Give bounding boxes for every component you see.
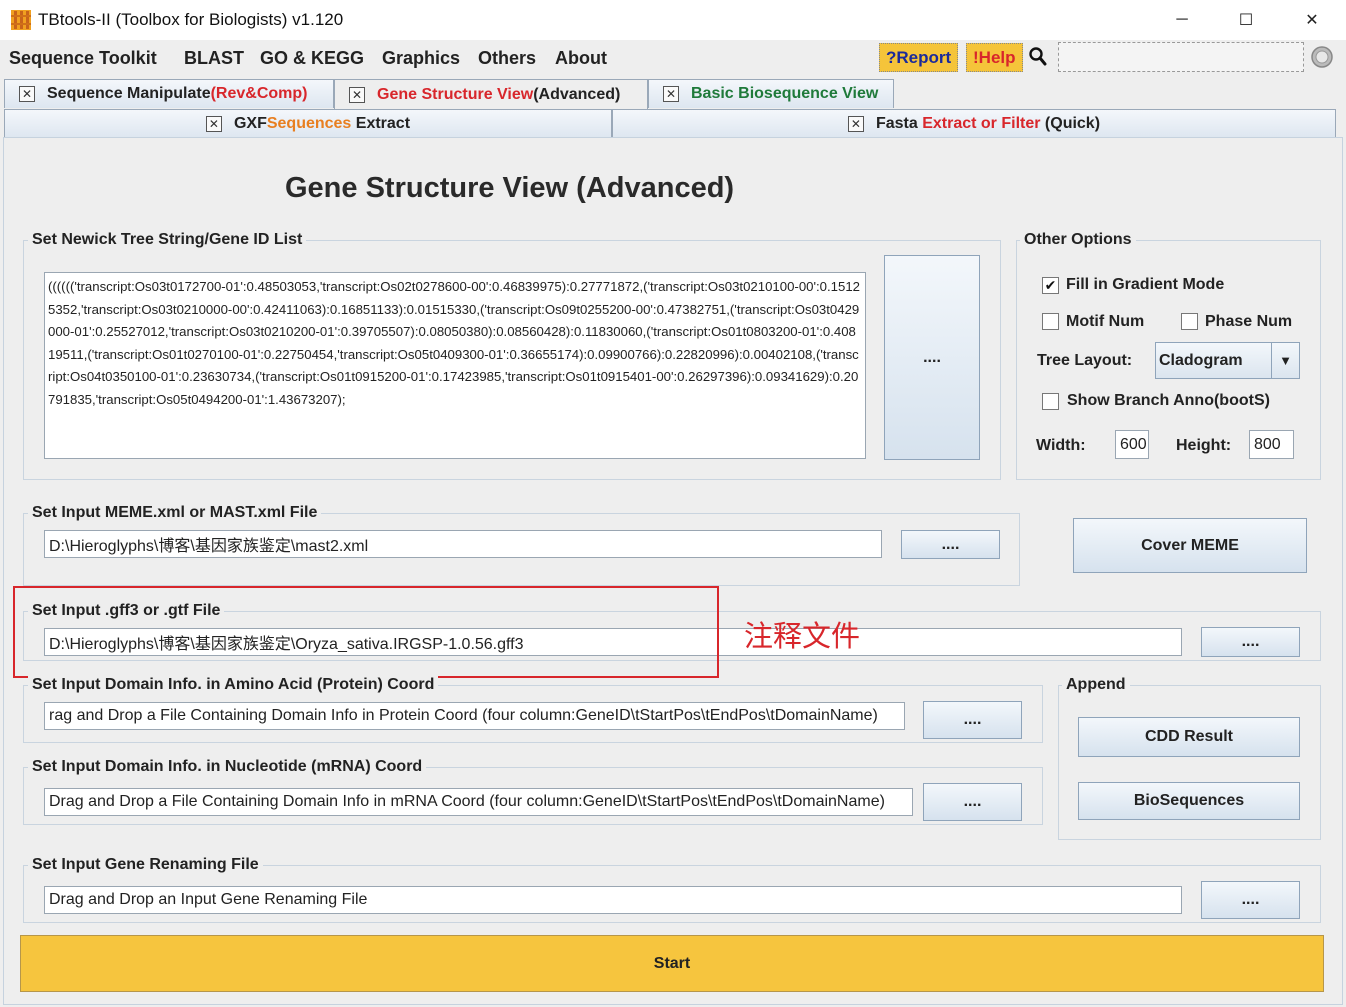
- tab-label-colored: Sequences: [266, 115, 352, 132]
- renaming-label: Set Input Gene Renaming File: [28, 856, 263, 874]
- motif-num-checkbox[interactable]: [1042, 313, 1059, 330]
- menu-graphics[interactable]: Graphics: [382, 48, 460, 69]
- newick-browse-button[interactable]: ....: [884, 255, 980, 460]
- start-button[interactable]: Start: [20, 935, 1324, 992]
- menu-blast[interactable]: BLAST: [184, 48, 244, 69]
- meme-browse-button[interactable]: ....: [901, 530, 1000, 559]
- maximize-icon[interactable]: ☐: [1214, 0, 1278, 40]
- tab-basic-biosequence-view[interactable]: ✕ Basic Biosequence View: [648, 79, 894, 108]
- tab-close-icon[interactable]: ✕: [349, 86, 365, 103]
- tab-label-colored: Gene Structure View: [377, 85, 534, 103]
- gff-annotation-text: 注释文件: [744, 619, 861, 653]
- show-branch-label: Show Branch Anno(bootS): [1067, 392, 1270, 409]
- tab-gxf-sequences-extract[interactable]: ✕ GXF Sequences Extract: [4, 109, 612, 138]
- menu-others[interactable]: Others: [478, 48, 536, 69]
- domain-protein-label: Set Input Domain Info. in Amino Acid (Pr…: [28, 676, 439, 694]
- width-input[interactable]: 600: [1115, 430, 1149, 459]
- page-title: Gene Structure View (Advanced): [285, 172, 735, 204]
- phase-num-label: Phase Num: [1205, 313, 1293, 330]
- close-icon[interactable]: ✕: [1280, 0, 1344, 40]
- tab-close-icon[interactable]: ✕: [847, 116, 864, 132]
- tab-label-colored: Basic Biosequence View: [691, 85, 879, 102]
- tab-label: GXF: [233, 115, 267, 132]
- report-button[interactable]: ?Report: [879, 43, 959, 72]
- height-input[interactable]: 800: [1249, 430, 1294, 459]
- tree-layout-value: Cladogram: [1159, 351, 1243, 369]
- help-button[interactable]: !Help: [966, 43, 1023, 72]
- menu-sequence-toolkit[interactable]: Sequence Toolkit: [9, 48, 157, 69]
- menu-go-kegg[interactable]: GO & KEGG: [260, 48, 364, 69]
- tab-label: (Advanced): [533, 85, 621, 103]
- domain-mrna-browse-button[interactable]: ....: [923, 783, 1022, 821]
- tab-label-colored: (Rev&Comp): [210, 85, 308, 102]
- height-label: Height:: [1176, 437, 1232, 454]
- domain-protein-browse-button[interactable]: ....: [923, 701, 1022, 739]
- tab-sequence-manipulate[interactable]: ✕ Sequence Manipulate (Rev&Comp): [4, 79, 334, 108]
- window-title: TBtools-II (Toolbox for Biologists) v1.1…: [38, 10, 344, 29]
- meme-file-input[interactable]: D:\Hieroglyphs\博客\基因家族鉴定\mast2.xml: [44, 530, 882, 558]
- menu-about[interactable]: About: [555, 48, 607, 69]
- other-options-label: Other Options: [1020, 231, 1136, 249]
- motif-num-label: Motif Num: [1066, 313, 1145, 330]
- domain-mrna-label: Set Input Domain Info. in Nucleotide (mR…: [28, 758, 427, 776]
- tab-close-icon[interactable]: ✕: [19, 86, 35, 102]
- tab-label: Extract: [351, 115, 411, 132]
- fill-gradient-checkbox[interactable]: ✔: [1042, 277, 1059, 294]
- tab-label: Sequence Manipulate: [47, 85, 211, 102]
- tab-gene-structure-view[interactable]: ✕ Gene Structure View (Advanced): [334, 79, 648, 109]
- renaming-file-input[interactable]: Drag and Drop an Input Gene Renaming Fil…: [44, 886, 1182, 914]
- biosequences-button[interactable]: BioSequences: [1078, 782, 1300, 820]
- app-icon: [10, 9, 32, 31]
- domain-protein-input[interactable]: rag and Drop a File Containing Domain In…: [44, 702, 905, 730]
- cover-meme-button[interactable]: Cover MEME: [1073, 518, 1307, 573]
- tab-label-colored: Extract or Filter: [922, 115, 1041, 132]
- show-branch-checkbox[interactable]: [1042, 393, 1059, 410]
- chevron-down-icon[interactable]: ▼: [1271, 343, 1299, 378]
- cdd-result-button[interactable]: CDD Result: [1078, 717, 1300, 757]
- tree-layout-select[interactable]: Cladogram ▼: [1155, 342, 1300, 379]
- meme-label: Set Input MEME.xml or MAST.xml File: [28, 504, 322, 522]
- tab-label: (Quick): [1040, 115, 1101, 132]
- tree-layout-label: Tree Layout:: [1037, 352, 1133, 369]
- minimize-icon[interactable]: ─: [1150, 0, 1214, 40]
- newick-label: Set Newick Tree String/Gene ID List: [28, 231, 307, 249]
- domain-mrna-input[interactable]: Drag and Drop a File Containing Domain I…: [44, 788, 913, 816]
- gff-browse-button[interactable]: ....: [1201, 627, 1300, 657]
- tab-close-icon[interactable]: ✕: [205, 116, 222, 132]
- renaming-browse-button[interactable]: ....: [1201, 881, 1300, 919]
- gff-highlight-box: [13, 586, 719, 678]
- search-input[interactable]: [1058, 42, 1304, 72]
- tab-label: Fasta: [875, 115, 923, 132]
- search-icon[interactable]: [1028, 46, 1048, 68]
- width-label: Width:: [1036, 437, 1086, 454]
- tab-close-icon[interactable]: ✕: [663, 86, 679, 102]
- append-label: Append: [1062, 676, 1130, 694]
- tab-fasta-extract-filter[interactable]: ✕ Fasta Extract or Filter (Quick): [612, 109, 1336, 138]
- fill-gradient-label: Fill in Gradient Mode: [1066, 276, 1225, 293]
- spinner-icon: [1310, 45, 1334, 69]
- newick-textarea[interactable]: (((((('transcript:Os03t0172700-01':0.485…: [44, 272, 866, 459]
- phase-num-checkbox[interactable]: [1181, 313, 1198, 330]
